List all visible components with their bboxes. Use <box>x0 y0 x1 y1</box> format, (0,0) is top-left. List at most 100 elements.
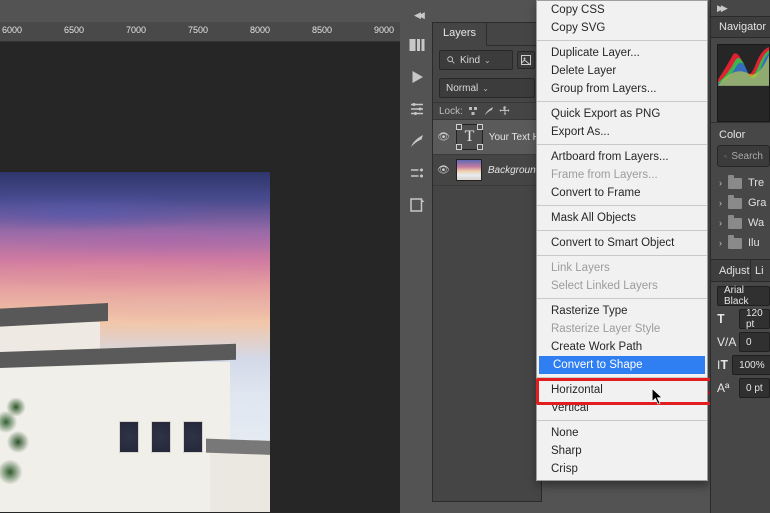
folder-label: Wa <box>748 217 764 229</box>
kerning-field[interactable]: V/A 0 <box>711 329 770 352</box>
scale-value: 100% <box>739 360 765 371</box>
layers-panel: Layers Kind ⌄ Normal ⌄ Lock: 👁 T Your Te… <box>432 22 542 502</box>
layer-row-background[interactable]: 👁 Background <box>433 155 541 186</box>
ruler-tick: 8500 <box>312 25 332 35</box>
tab-adjustments[interactable]: Adjust <box>711 260 750 282</box>
vertical-scale-icon: I𝐓 <box>717 358 728 373</box>
folder-icon <box>728 218 742 229</box>
panel-icon[interactable] <box>408 36 426 54</box>
menu-copy-css[interactable]: Copy CSS <box>537 1 707 19</box>
tab-navigator[interactable]: Navigator <box>711 16 770 38</box>
baseline-field[interactable]: Aª 0 pt <box>711 375 770 398</box>
menu-select-linked: Select Linked Layers <box>537 277 707 295</box>
menu-aa-sharp[interactable]: Sharp <box>537 442 707 460</box>
chevron-right-icon: › <box>719 178 722 188</box>
font-family-select[interactable]: Arial Black <box>717 286 770 306</box>
histogram-display <box>717 44 770 122</box>
ruler-tick: 8000 <box>250 25 270 35</box>
chevron-down-icon: ⌄ <box>484 56 491 65</box>
font-size-field[interactable]: 𝐓 120 pt <box>711 306 770 329</box>
search-placeholder: Search <box>731 151 763 162</box>
ruler-tick: 7000 <box>126 25 146 35</box>
sliders-icon[interactable] <box>408 100 426 118</box>
lock-transparency-icon[interactable] <box>467 105 479 117</box>
font-size-icon: 𝐓 <box>717 312 735 327</box>
photo-foliage <box>0 362 46 512</box>
menu-create-work-path[interactable]: Create Work Path <box>537 338 707 356</box>
visibility-icon[interactable]: 👁 <box>437 165 450 176</box>
menu-aa-crisp[interactable]: Crisp <box>537 460 707 478</box>
menu-copy-svg[interactable]: Copy SVG <box>537 19 707 37</box>
chevron-right-icon: › <box>719 238 722 248</box>
kind-label: Kind <box>460 55 480 66</box>
menu-duplicate-layer[interactable]: Duplicate Layer... <box>537 44 707 62</box>
play-icon[interactable] <box>408 68 426 86</box>
menu-export-as[interactable]: Export As... <box>537 123 707 141</box>
chevron-right-icon: › <box>719 218 722 228</box>
ruler-tick: 9000 <box>374 25 394 35</box>
right-panel-column: ▶▶ Navigator Color Search ›Tre ›Gra ›Wa … <box>710 0 770 513</box>
search-icon <box>446 55 456 65</box>
filter-pixel-icon[interactable] <box>517 51 535 69</box>
blend-mode-select[interactable]: Normal ⌄ <box>439 78 535 98</box>
folder-icon <box>728 198 742 209</box>
brush-icon[interactable] <box>408 132 426 150</box>
menu-rasterize-style: Rasterize Layer Style <box>537 320 707 338</box>
swatch-folder[interactable]: › Wa <box>711 213 770 233</box>
menu-artboard-from-layers[interactable]: Artboard from Layers... <box>537 148 707 166</box>
canvas-background <box>0 42 400 513</box>
menu-convert-smart-object[interactable]: Convert to Smart Object <box>537 234 707 252</box>
layer-thumb-image <box>456 159 482 181</box>
menu-horizontal[interactable]: Horizontal <box>537 381 707 399</box>
menu-vertical[interactable]: Vertical <box>537 399 707 417</box>
folder-icon <box>728 178 742 189</box>
horizontal-ruler: 6000 6500 7000 7500 8000 8500 9000 <box>0 22 400 42</box>
tab-color[interactable]: Color <box>711 122 770 145</box>
baseline-shift-icon: Aª <box>717 381 735 395</box>
menu-quick-export-png[interactable]: Quick Export as PNG <box>537 105 707 123</box>
panel-collapse-icon[interactable]: ◀◀ <box>414 10 422 21</box>
baseline-value: 0 pt <box>746 383 763 394</box>
layer-thumb-type: T <box>456 124 483 150</box>
note-icon[interactable] <box>408 196 426 214</box>
menu-aa-none[interactable]: None <box>537 424 707 442</box>
icon-panel-strip <box>404 28 430 214</box>
swatch-folder[interactable]: › Gra <box>711 193 770 213</box>
font-family-label: Arial Black <box>724 285 763 307</box>
menu-mask-all-objects[interactable]: Mask All Objects <box>537 209 707 227</box>
adjust-icon[interactable] <box>408 164 426 182</box>
panel-collapse-icon[interactable]: ▶▶ <box>711 0 770 16</box>
swatch-search-input[interactable]: Search <box>717 145 770 167</box>
swatch-folder[interactable]: › Ilu <box>711 233 770 253</box>
layer-context-menu: Copy CSS Copy SVG Duplicate Layer... Del… <box>536 0 708 481</box>
layer-name[interactable]: Your Text H <box>489 132 537 143</box>
menu-frame-from-layers: Frame from Layers... <box>537 166 707 184</box>
scale-field[interactable]: I𝐓 100% <box>711 352 770 375</box>
folder-label: Gra <box>748 197 766 209</box>
menu-convert-to-shape[interactable]: Convert to Shape <box>539 356 705 374</box>
tab-layers[interactable]: Layers <box>433 23 487 45</box>
layer-name[interactable]: Background <box>488 165 537 176</box>
lock-label: Lock: <box>439 106 463 117</box>
lock-row: Lock: <box>433 102 541 120</box>
swatch-folder[interactable]: ›Tre <box>711 173 770 193</box>
visibility-icon[interactable]: 👁 <box>437 132 450 143</box>
menu-convert-to-frame[interactable]: Convert to Frame <box>537 184 707 202</box>
layer-filter-kind[interactable]: Kind ⌄ <box>439 50 513 70</box>
brush-icon[interactable] <box>483 105 495 117</box>
layer-row-text[interactable]: 👁 T Your Text H <box>433 120 541 155</box>
chevron-right-icon: › <box>719 198 722 208</box>
folder-icon <box>728 238 742 249</box>
menu-rasterize-type[interactable]: Rasterize Type <box>537 302 707 320</box>
menu-group-from-layers[interactable]: Group from Layers... <box>537 80 707 98</box>
folder-label: Ilu <box>748 237 760 249</box>
move-lock-icon[interactable] <box>499 105 511 117</box>
menu-delete-layer[interactable]: Delete Layer <box>537 62 707 80</box>
kerning-icon: V/A <box>717 335 735 349</box>
ruler-tick: 6500 <box>64 25 84 35</box>
ruler-tick: 6000 <box>2 25 22 35</box>
font-size-value: 120 pt <box>746 308 763 330</box>
canvas-image[interactable] <box>0 172 270 512</box>
layers-tabbar: Layers <box>433 23 541 46</box>
tab-libraries[interactable]: Li <box>750 260 770 282</box>
